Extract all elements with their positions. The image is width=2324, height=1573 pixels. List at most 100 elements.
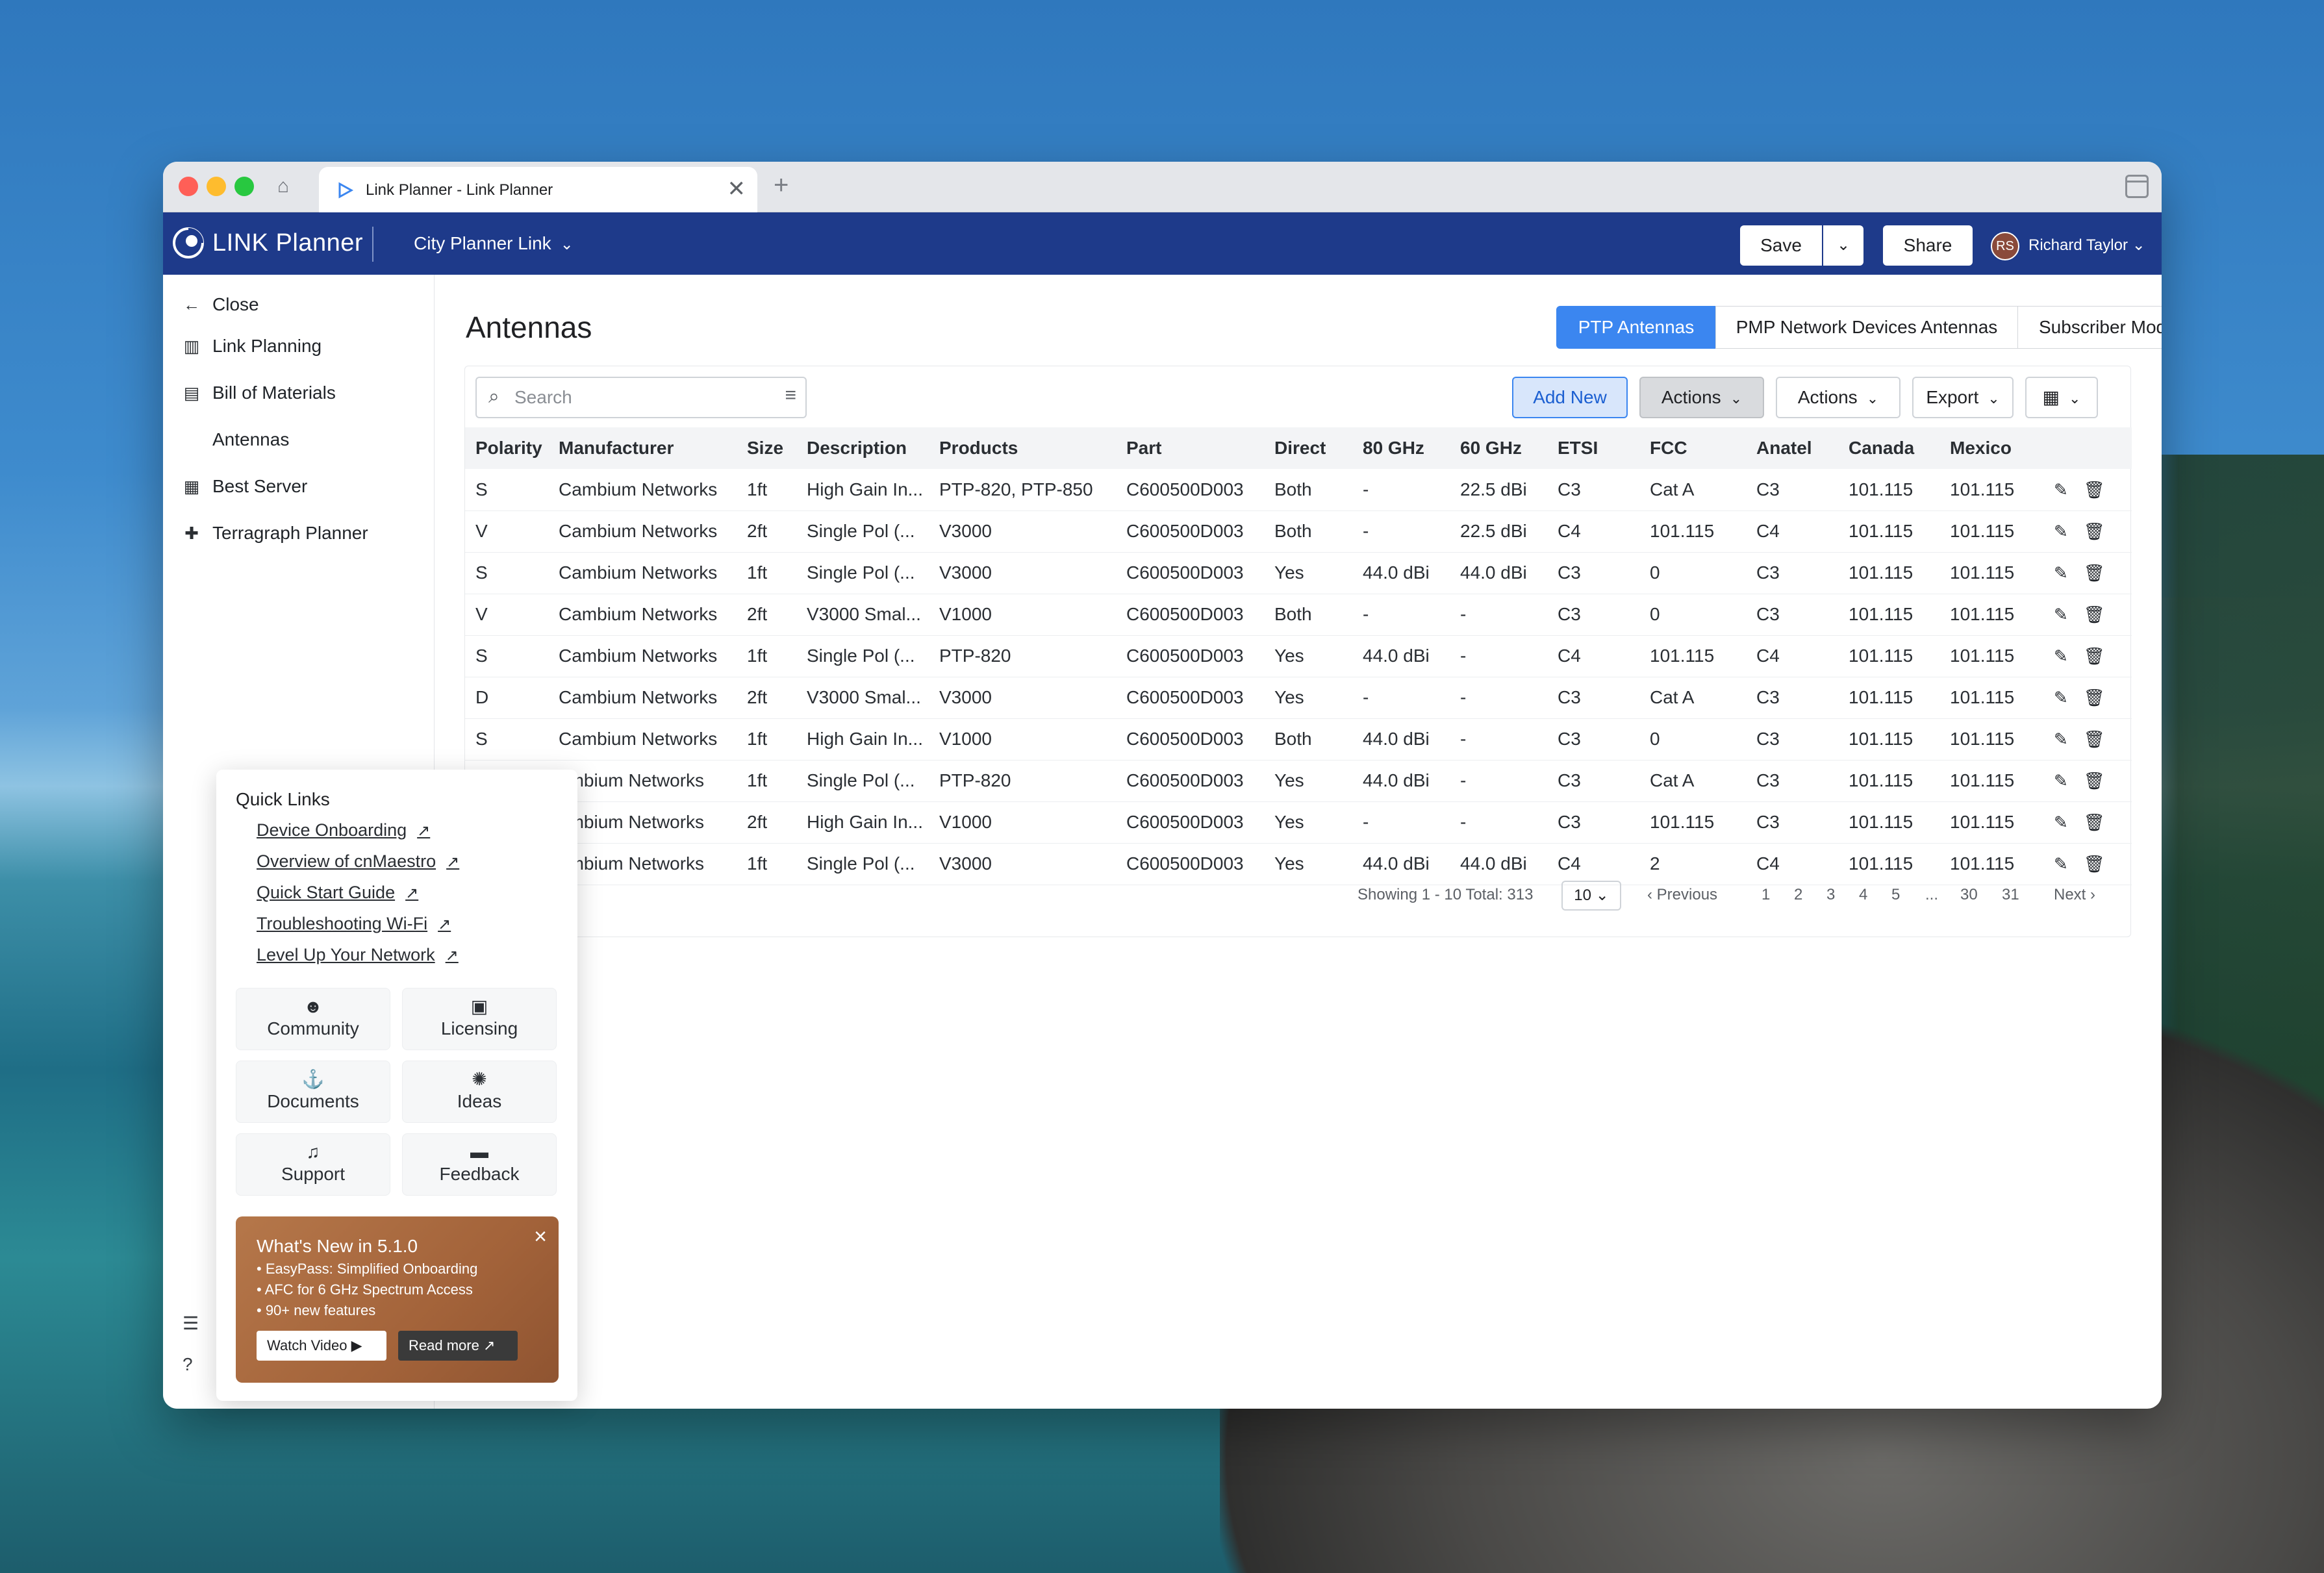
column-header[interactable]: ETSI bbox=[1547, 427, 1639, 469]
column-header[interactable]: Mexico bbox=[1939, 427, 2043, 469]
home-icon[interactable]: ⌂ bbox=[269, 173, 297, 199]
table-row[interactable]: V Cambium Networks 2ft V3000 Smal... V1000 C6… bbox=[465, 594, 2132, 635]
delete-icon[interactable]: 🗑 bbox=[2084, 563, 2105, 583]
community-tile[interactable]: ☻ Community bbox=[236, 988, 390, 1050]
column-header[interactable]: Canada bbox=[1838, 427, 1939, 469]
column-settings-button[interactable]: ▦ ⌄ bbox=[2025, 377, 2098, 418]
sidebar-item-link-planning[interactable]: ▥ Link Planning bbox=[183, 332, 322, 360]
sidebar-item-terragraph-planner[interactable]: ✚ Terragraph Planner bbox=[183, 519, 368, 547]
arrow-left-icon: ← bbox=[183, 294, 200, 314]
delete-icon[interactable]: 🗑 bbox=[2084, 605, 2105, 624]
edit-icon[interactable]: ✎ bbox=[2054, 605, 2068, 624]
close-tab-icon[interactable]: ✕ bbox=[727, 177, 746, 201]
actions-button-1[interactable]: Actions ⌄ bbox=[1639, 377, 1764, 418]
table-row[interactable]: S Cambium Networks 1ft Single Pol (... V3000… bbox=[465, 552, 2132, 594]
column-header[interactable]: Polarity bbox=[465, 427, 548, 469]
new-tab-button[interactable]: + bbox=[774, 171, 789, 199]
table-row[interactable]: S Cambium Networks 1ft High Gain In... PTP-8… bbox=[465, 469, 2132, 510]
delete-icon[interactable]: 🗑 bbox=[2084, 854, 2105, 874]
close-window-button[interactable] bbox=[179, 177, 198, 196]
quick-link-device-onboarding[interactable]: Device Onboarding ↗ bbox=[257, 820, 430, 840]
previous-page-button[interactable]: ‹ Previous bbox=[1647, 886, 1717, 904]
watch-video-button[interactable]: Watch Video ▶ bbox=[257, 1331, 386, 1361]
page-4[interactable]: 4 bbox=[1859, 886, 1867, 904]
documents-tile[interactable]: ⚓ Documents bbox=[236, 1061, 390, 1123]
column-header[interactable]: 80 GHz bbox=[1352, 427, 1450, 469]
tab-subscriber-module-antennas[interactable]: Subscriber Module Antennas bbox=[2017, 306, 2162, 349]
help-icon[interactable]: ? bbox=[183, 1354, 193, 1375]
sidebar-item-bill-of-materials[interactable]: ▤ Bill of Materials bbox=[183, 379, 336, 407]
close-icon[interactable]: × bbox=[534, 1224, 547, 1250]
edit-icon[interactable]: ✎ bbox=[2054, 563, 2068, 583]
avatar[interactable]: RS bbox=[1991, 232, 2019, 260]
edit-icon[interactable]: ✎ bbox=[2054, 854, 2068, 874]
read-more-button[interactable]: Read more ↗ bbox=[398, 1331, 518, 1361]
quick-link-quick-start[interactable]: Quick Start Guide ↗ bbox=[257, 883, 418, 903]
column-header[interactable]: Products bbox=[929, 427, 1116, 469]
share-button[interactable]: Share bbox=[1883, 225, 1973, 266]
feedback-tile[interactable]: ▬ Feedback bbox=[402, 1133, 557, 1196]
licensing-tile[interactable]: ▣ Licensing bbox=[402, 988, 557, 1050]
browser-tab[interactable]: Link Planner - Link Planner ✕ bbox=[319, 167, 757, 212]
page-5[interactable]: 5 bbox=[1891, 886, 1900, 904]
table-row[interactable]: D Cambium Networks 2ft V3000 Smal... V3000 C6… bbox=[465, 677, 2132, 718]
column-header[interactable]: Anatel bbox=[1746, 427, 1838, 469]
page-2[interactable]: 2 bbox=[1794, 886, 1802, 904]
edit-icon[interactable]: ✎ bbox=[2054, 771, 2068, 790]
edit-icon[interactable]: ✎ bbox=[2054, 812, 2068, 832]
edit-icon[interactable]: ✎ bbox=[2054, 688, 2068, 707]
next-page-button[interactable]: Next › bbox=[2054, 886, 2095, 904]
page-1[interactable]: 1 bbox=[1762, 886, 1770, 904]
maximize-window-button[interactable] bbox=[234, 177, 254, 196]
page-30[interactable]: 30 bbox=[1960, 886, 1978, 904]
column-header[interactable]: Size bbox=[737, 427, 796, 469]
delete-icon[interactable]: 🗑 bbox=[2084, 729, 2105, 749]
sidebar-toggle-icon[interactable] bbox=[2125, 175, 2149, 198]
delete-icon[interactable]: 🗑 bbox=[2084, 480, 2105, 499]
page-3[interactable]: 3 bbox=[1826, 886, 1835, 904]
add-new-button[interactable]: Add New bbox=[1512, 377, 1628, 418]
delete-icon[interactable]: 🗑 bbox=[2084, 522, 2105, 541]
page-31[interactable]: 31 bbox=[2002, 886, 2019, 904]
edit-icon[interactable]: ✎ bbox=[2054, 646, 2068, 666]
save-button[interactable]: Save bbox=[1740, 225, 1822, 266]
sidebar-item-best-server[interactable]: ▦ Best Server bbox=[183, 472, 308, 501]
actions-button-2[interactable]: Actions ⌄ bbox=[1776, 377, 1901, 418]
project-selector[interactable]: City Planner Link ⌄ bbox=[414, 233, 574, 254]
quick-link-cnmaestro[interactable]: Overview of cnMaestro ↗ bbox=[257, 851, 459, 872]
user-menu[interactable]: Richard Taylor ⌄ bbox=[2028, 236, 2145, 255]
search-input[interactable] bbox=[514, 384, 761, 410]
delete-icon[interactable]: 🗑 bbox=[2084, 688, 2105, 707]
support-tile[interactable]: ♫ Support bbox=[236, 1133, 390, 1196]
quick-link-troubleshooting[interactable]: Troubleshooting Wi-Fi ↗ bbox=[257, 914, 451, 934]
save-dropdown-button[interactable]: ⌄ bbox=[1823, 225, 1863, 266]
edit-icon[interactable]: ✎ bbox=[2054, 729, 2068, 749]
table-row[interactable]: S Cambium Networks 1ft High Gain In... V1000… bbox=[465, 718, 2132, 760]
table-row[interactable]: V Cambium Networks 2ft Single Pol (... V3000… bbox=[465, 510, 2132, 552]
column-header[interactable]: FCC bbox=[1639, 427, 1746, 469]
column-header[interactable]: Part bbox=[1116, 427, 1264, 469]
edit-icon[interactable]: ✎ bbox=[2054, 522, 2068, 541]
page-size-select[interactable]: 10 ⌄ bbox=[1561, 881, 1621, 911]
delete-icon[interactable]: 🗑 bbox=[2084, 812, 2105, 832]
table-row[interactable]: ambium Networks 2ft High Gain In... V1000 C6… bbox=[465, 801, 2132, 843]
export-button[interactable]: Export ⌄ bbox=[1912, 377, 2014, 418]
ideas-tile[interactable]: ✺ Ideas bbox=[402, 1061, 557, 1123]
settings-sliders-icon[interactable]: ☰ bbox=[183, 1313, 199, 1334]
close-nav-button[interactable]: ← Close bbox=[183, 290, 259, 319]
delete-icon[interactable]: 🗑 bbox=[2084, 646, 2105, 666]
column-header[interactable]: 60 GHz bbox=[1450, 427, 1547, 469]
column-header[interactable]: Description bbox=[796, 427, 929, 469]
delete-icon[interactable]: 🗑 bbox=[2084, 771, 2105, 790]
filter-icon[interactable]: ≡ bbox=[785, 384, 796, 407]
sidebar-item-antennas[interactable]: Antennas bbox=[183, 425, 289, 454]
table-row[interactable]: S Cambium Networks 1ft Single Pol (... PTP-8… bbox=[465, 635, 2132, 677]
column-header[interactable]: Direct bbox=[1264, 427, 1352, 469]
quick-link-level-up[interactable]: Level Up Your Network ↗ bbox=[257, 945, 459, 965]
column-header[interactable]: Manufacturer bbox=[548, 427, 737, 469]
table-row[interactable]: ambium Networks 1ft Single Pol (... PTP-820… bbox=[465, 760, 2132, 801]
tab-ptp-antennas[interactable]: PTP Antennas bbox=[1556, 306, 1716, 349]
minimize-window-button[interactable] bbox=[207, 177, 226, 196]
tab-pmp-network-devices-antennas[interactable]: PMP Network Devices Antennas bbox=[1715, 306, 2018, 349]
edit-icon[interactable]: ✎ bbox=[2054, 480, 2068, 499]
